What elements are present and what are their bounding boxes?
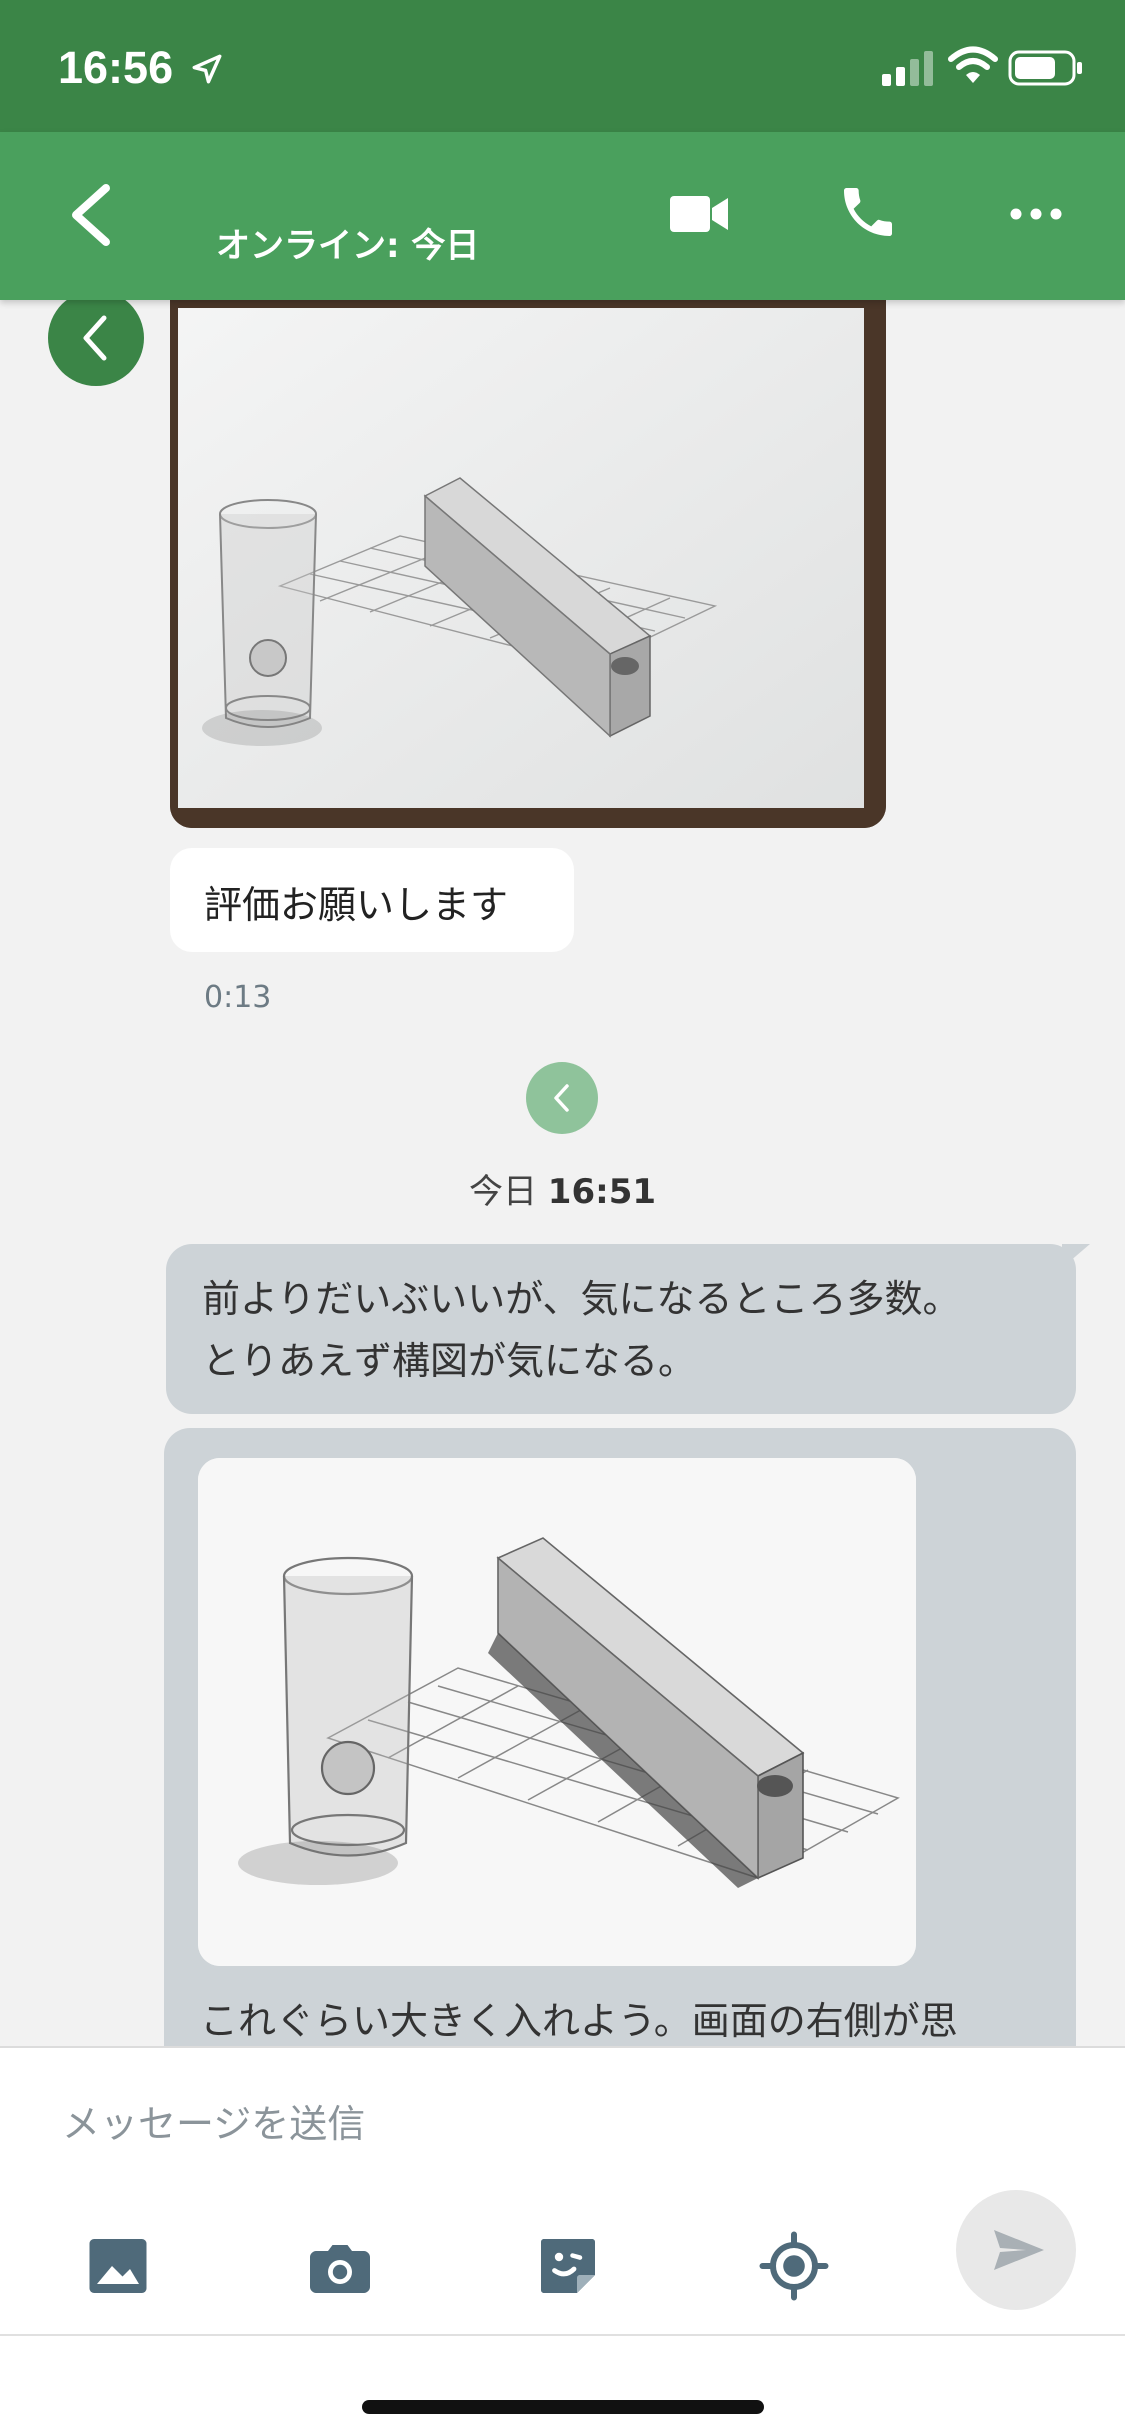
bubble-tail: [1062, 1244, 1090, 1268]
pencil-drawing-image: [170, 296, 886, 828]
phone-icon[interactable]: [836, 180, 900, 244]
status-bar: 16:56: [0, 0, 1125, 132]
composer-divider: [0, 2334, 1125, 2336]
image-icon[interactable]: [82, 2230, 154, 2302]
message-input[interactable]: [62, 2088, 962, 2160]
incoming-message-text: 評価お願いします: [204, 883, 509, 927]
status-time: 16:56: [58, 42, 174, 93]
date-label: 今日: [468, 1172, 537, 1212]
video-call-icon[interactable]: [668, 184, 732, 244]
outgoing-message-bubble[interactable]: 前よりだいぶいいが、気になるところ多数。 とりあえず構図が気になる。: [166, 1244, 1090, 1414]
send-button[interactable]: [956, 2190, 1076, 2310]
online-status: オンライン: 今日: [216, 226, 480, 266]
location-arrow-icon: [192, 54, 222, 84]
message-composer: [0, 2046, 1125, 2436]
wifi-icon: [948, 46, 998, 83]
reference-drawing-photo[interactable]: [198, 1458, 916, 1966]
mini-avatar[interactable]: [526, 1062, 598, 1134]
contact-avatar[interactable]: [48, 290, 144, 386]
outgoing-message-line-1: 前よりだいぶいいが、気になるところ多数。: [202, 1277, 961, 1321]
incoming-message-bubble[interactable]: 評価お願いします: [170, 848, 574, 952]
outgoing-image-bubble[interactable]: これぐらい大きく入れよう。画面の右側が思: [164, 1428, 1076, 2068]
avatar-chevron-icon: [83, 315, 107, 361]
battery-icon: [1008, 50, 1082, 86]
camera-icon[interactable]: [304, 2230, 376, 2302]
reference-drawing-image: [198, 1458, 916, 1966]
sticker-icon[interactable]: [532, 2230, 604, 2302]
incoming-drawing-photo[interactable]: [170, 296, 886, 828]
mini-avatar-chevron-icon: [554, 1084, 569, 1112]
outgoing-message-text: 前よりだいぶいいが、気になるところ多数。 とりあえず構図が気になる。: [202, 1268, 960, 1392]
date-separator: 今日 16:51: [0, 1164, 1125, 1213]
outgoing-message-line-2: とりあえず構図が気になる。: [202, 1339, 697, 1383]
incoming-message-time: 0:13: [204, 980, 272, 1015]
outgoing-image-caption: これぐらい大きく入れよう。画面の右側が思: [200, 1999, 958, 2043]
location-target-icon[interactable]: [758, 2230, 830, 2302]
chat-header: オンライン: 今日: [0, 132, 1125, 300]
more-icon[interactable]: [1008, 194, 1064, 234]
cellular-signal-icon: [882, 51, 933, 86]
date-time: 16:51: [547, 1172, 657, 1212]
back-arrow-icon[interactable]: [62, 180, 122, 250]
send-icon: [994, 2230, 1044, 2270]
home-indicator[interactable]: [362, 2400, 764, 2414]
